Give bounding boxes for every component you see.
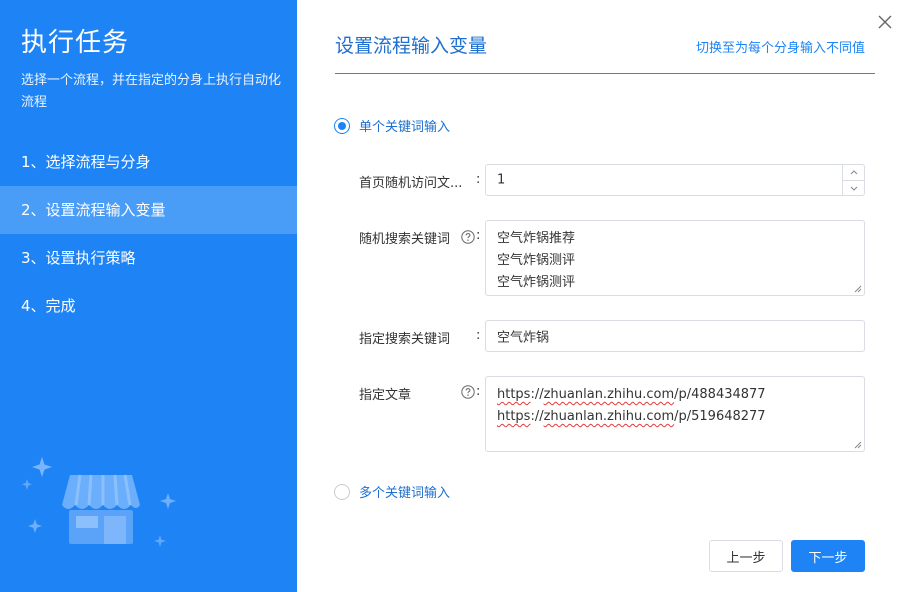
url-path: /p/488434877 [674, 387, 766, 402]
url-scheme: https [497, 409, 531, 424]
close-icon[interactable] [876, 13, 894, 31]
homepage-visits-input[interactable]: 1 [485, 164, 865, 196]
header-divider [335, 73, 875, 74]
sidebar-title: 执行任务 [21, 28, 130, 58]
textarea-content: 空气炸锅推荐 空气炸锅测评 空气炸锅测评 [497, 228, 575, 294]
specified-search-keyword-value: 空气炸锅 [497, 330, 550, 346]
url-domain: zhuanlan.zhihu.com [543, 387, 675, 402]
keyword-line: 空气炸锅推荐 [497, 231, 576, 246]
resize-grip-icon[interactable] [854, 285, 862, 293]
store-icon [22, 457, 176, 547]
random-search-keywords-label: 随机搜索关键词 [359, 232, 451, 247]
radio-multi-keyword-label: 多个关键词输入 [359, 486, 451, 501]
url-scheme: https [497, 387, 531, 402]
colon: : [476, 172, 481, 187]
radio-multi-keyword[interactable]: 多个关键词输入 [334, 482, 450, 501]
chevron-up-icon [850, 170, 857, 175]
stepper-down-button[interactable] [843, 180, 864, 195]
resize-grip-icon[interactable] [854, 441, 862, 449]
step-set-strategy[interactable]: 3、设置执行策略 [0, 234, 297, 282]
colon: : [476, 228, 481, 243]
switch-input-mode-link[interactable]: 切换至为每个分身输入不同值 [696, 37, 865, 56]
specified-search-keyword-label: 指定搜索关键词 [359, 332, 451, 347]
specified-article-textarea[interactable]: https://zhuanlan.zhihu.com/p/488434877 h… [485, 376, 865, 452]
random-search-keywords-textarea[interactable]: 空气炸锅推荐 空气炸锅测评 空气炸锅测评 [485, 220, 865, 296]
step-complete[interactable]: 4、完成 [0, 282, 297, 330]
radio-button-unchecked[interactable] [334, 483, 350, 500]
article-url-line: https://zhuanlan.zhihu.com/p/519648277 [497, 406, 766, 428]
url-domain: zhuanlan.zhihu.com [543, 409, 675, 424]
keyword-line: 空气炸锅测评 [497, 253, 576, 268]
specified-search-keyword-input[interactable]: 空气炸锅 [485, 320, 865, 352]
chevron-down-icon [850, 186, 857, 191]
keyword-line: 空气炸锅测评 [497, 275, 576, 290]
homepage-visits-value: 1 [497, 172, 506, 188]
step-select-flow[interactable]: 1、选择流程与分身 [0, 138, 297, 186]
radio-single-keyword-label: 单个关键词输入 [359, 120, 451, 135]
specified-article-label: 指定文章 [359, 388, 412, 403]
next-step-button[interactable]: 下一步 [791, 540, 865, 572]
step-set-variables[interactable]: 2、设置流程输入变量 [0, 186, 297, 234]
page-title: 设置流程输入变量 [335, 35, 488, 57]
url-separator: :// [530, 387, 544, 402]
sidebar-description: 选择一个流程，并在指定的分身上执行自动化流程 [21, 73, 282, 110]
textarea-content: https://zhuanlan.zhihu.com/p/488434877 h… [497, 384, 766, 428]
url-path: /p/519648277 [674, 409, 766, 424]
article-url-line: https://zhuanlan.zhihu.com/p/488434877 [497, 384, 766, 406]
question-circle-icon[interactable] [461, 230, 475, 244]
previous-step-button[interactable]: 上一步 [709, 540, 783, 572]
colon: : [476, 384, 481, 399]
stepper-up-button[interactable] [843, 165, 864, 180]
number-stepper [842, 165, 864, 195]
radio-single-keyword[interactable]: 单个关键词输入 [334, 116, 450, 135]
colon: : [476, 328, 481, 343]
homepage-visits-label: 首页随机访问文... [359, 176, 463, 191]
question-circle-icon[interactable] [461, 385, 475, 399]
url-separator: :// [530, 409, 544, 424]
radio-button-checked[interactable] [334, 117, 350, 134]
sidebar: 执行任务 选择一个流程，并在指定的分身上执行自动化流程 1、选择流程与分身 2、… [0, 0, 297, 592]
step-list: 1、选择流程与分身 2、设置流程输入变量 3、设置执行策略 4、完成 [0, 138, 297, 330]
